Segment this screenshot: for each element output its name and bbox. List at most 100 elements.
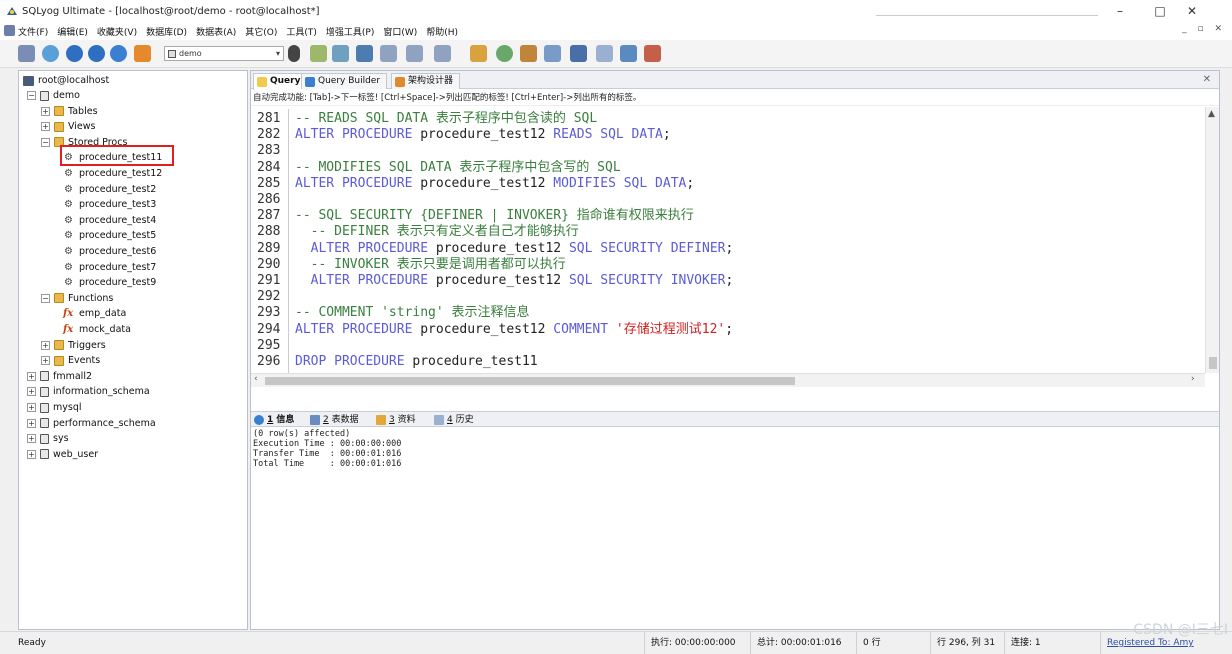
favorites-icon[interactable] [134, 45, 151, 62]
code-line[interactable]: DROP PROCEDURE procedure_test11 [295, 354, 538, 370]
tab-info[interactable]: 3 资料 [375, 413, 416, 427]
new-connection-icon[interactable] [18, 45, 35, 62]
migration-icon[interactable] [570, 45, 587, 62]
stop-icon[interactable] [110, 45, 127, 62]
vertical-scrollbar[interactable]: ▲ [1205, 107, 1219, 373]
code-line[interactable]: ALTER PROCEDURE procedure_test12 READS S… [295, 127, 671, 143]
tree-item-db[interactable]: + web_user [27, 447, 98, 462]
menu-file[interactable]: 文件(F) [18, 25, 48, 38]
menu-tools[interactable]: 工具(T) [286, 25, 317, 38]
expand-icon[interactable]: + [27, 418, 36, 428]
collapse-icon[interactable]: − [41, 293, 50, 303]
tree-item-folder[interactable]: − Functions [41, 291, 113, 306]
scroll-right-icon[interactable]: › [1191, 374, 1195, 384]
menu-power-tools[interactable]: 增强工具(P) [326, 25, 374, 38]
code-line[interactable]: -- DEFINER 表示只有定义者自己才能够执行 [295, 224, 579, 240]
tab-query-builder[interactable]: Query Builder [301, 73, 388, 89]
menu-window[interactable]: 窗口(W) [383, 25, 417, 38]
schema-sync-icon[interactable] [406, 45, 423, 62]
tree-item-db[interactable]: + mysql [27, 400, 82, 415]
tab-table-data[interactable]: 2 表数据 [309, 413, 359, 427]
sql-editor[interactable]: 281 282 283 284 285 286 287 288 289 290 291 292 293 2… [251, 107, 1219, 387]
horizontal-scroll-thumb[interactable] [265, 377, 795, 385]
expand-icon[interactable]: + [41, 356, 50, 366]
tree-item-proc[interactable]: ⚙ procedure_test7 [63, 260, 156, 275]
tree-item-folder[interactable]: + Events [41, 353, 100, 368]
mdi-window-controls[interactable]: _ ▫ ✕ [1182, 24, 1226, 34]
profiler-icon[interactable] [620, 45, 637, 62]
tree-item-proc[interactable]: ⚙ procedure_test4 [63, 213, 156, 228]
tree-item-proc[interactable]: ⚙ procedure_test2 [63, 182, 156, 197]
title-search-field[interactable] [876, 4, 1098, 16]
code-line[interactable]: -- MODIFIES SQL DATA 表示子程序中包含写的 SQL [295, 160, 621, 176]
menu-favorites[interactable]: 收藏夹(V) [97, 25, 137, 38]
maximize-button[interactable]: □ [1142, 2, 1178, 20]
collapse-icon[interactable]: − [27, 91, 36, 100]
tree-item-folder[interactable]: + Triggers [41, 338, 106, 353]
code-line[interactable]: -- COMMENT 'string' 表示注释信息 [295, 305, 530, 321]
code-line[interactable]: -- READS SQL DATA 表示子程序中包含读的 SQL [295, 111, 597, 127]
user-manager-icon[interactable] [288, 45, 300, 62]
scroll-left-icon[interactable]: ‹ [254, 374, 258, 384]
tree-item-db[interactable]: + information_schema [27, 384, 150, 399]
monitor-icon[interactable] [596, 45, 613, 62]
vertical-scroll-thumb[interactable] [1209, 357, 1217, 369]
tree-item-db[interactable]: − demo [27, 88, 80, 103]
tree-item-proc[interactable]: ⚙ procedure_test5 [63, 228, 156, 243]
minimize-button[interactable]: – [1102, 2, 1138, 20]
collapse-icon[interactable]: − [41, 137, 50, 147]
execute-query-icon[interactable] [66, 45, 83, 62]
menu-help[interactable]: 帮助(H) [426, 25, 458, 38]
code-line[interactable]: -- INVOKER 表示只要是调用者都可以执行 [295, 257, 566, 273]
tree-item-db[interactable]: + sys [27, 431, 69, 446]
expand-icon[interactable]: + [41, 340, 50, 350]
menu-edit[interactable]: 编辑(E) [57, 25, 88, 38]
grid-icon[interactable] [644, 45, 661, 62]
tab-messages[interactable]: 1 信息 [253, 413, 294, 427]
tree-item-proc[interactable]: ⚙ procedure_test3 [63, 197, 156, 212]
backup-icon[interactable] [310, 45, 327, 62]
code-line[interactable]: ALTER PROCEDURE procedure_test12 SQL SEC… [295, 241, 734, 257]
database-select[interactable]: demo ▾ [164, 46, 284, 61]
refresh-icon[interactable] [42, 45, 59, 62]
tree-item-db[interactable]: + performance_schema [27, 416, 156, 431]
export-icon[interactable] [380, 45, 397, 62]
horizontal-scrollbar[interactable]: ‹ › [251, 373, 1205, 387]
tree-item-folder[interactable]: + Tables [41, 104, 98, 119]
connection-node[interactable]: root@localhost [23, 73, 109, 88]
close-button[interactable]: ✕ [1174, 2, 1210, 20]
expand-icon[interactable]: + [27, 434, 36, 444]
schema-designer-icon[interactable] [496, 45, 513, 62]
tree-item-folder[interactable]: + Views [41, 119, 96, 134]
job-agent-icon[interactable] [520, 45, 537, 62]
menu-other[interactable]: 其它(O) [245, 25, 277, 38]
restore-icon[interactable] [332, 45, 349, 62]
tab-query[interactable]: Query [253, 73, 308, 90]
expand-icon[interactable]: + [27, 387, 36, 397]
tab-schema-designer[interactable]: 架构设计器 [391, 73, 461, 89]
expand-icon[interactable]: + [27, 371, 36, 381]
close-tab-icon[interactable]: ✕ [1203, 74, 1211, 85]
expand-icon[interactable]: + [41, 106, 50, 116]
expand-icon[interactable]: + [41, 122, 50, 132]
menu-table[interactable]: 数据表(A) [196, 25, 236, 38]
code-line[interactable]: -- SQL SECURITY {DEFINER | INVOKER} 指命谁有… [295, 208, 694, 224]
import-icon[interactable] [356, 45, 373, 62]
expand-icon[interactable]: + [27, 403, 36, 412]
tree-item-proc[interactable]: ⚙ procedure_test6 [63, 244, 156, 259]
scroll-up-icon[interactable]: ▲ [1208, 109, 1215, 119]
code-line[interactable]: ALTER PROCEDURE procedure_test12 SQL SEC… [295, 273, 734, 289]
tree-item-proc[interactable]: ⚙ procedure_test12 [63, 166, 162, 181]
tree-item-func[interactable]: fx emp_data [63, 306, 126, 321]
tree-item-proc[interactable]: ⚙ procedure_test9 [63, 275, 156, 290]
query-builder-icon[interactable] [470, 45, 487, 62]
code-line[interactable]: ALTER PROCEDURE procedure_test12 MODIFIE… [295, 176, 694, 192]
tab-history[interactable]: 4 历史 [433, 413, 474, 427]
menu-database[interactable]: 数据库(D) [146, 25, 187, 38]
expand-icon[interactable]: + [27, 449, 36, 459]
tree-item-func[interactable]: fx mock_data [63, 322, 131, 337]
tree-item-db[interactable]: + fmmall2 [27, 369, 92, 384]
data-sync-icon[interactable] [434, 45, 451, 62]
execute-all-icon[interactable] [88, 45, 105, 62]
code-line[interactable]: ALTER PROCEDURE procedure_test12 COMMENT… [295, 322, 733, 338]
